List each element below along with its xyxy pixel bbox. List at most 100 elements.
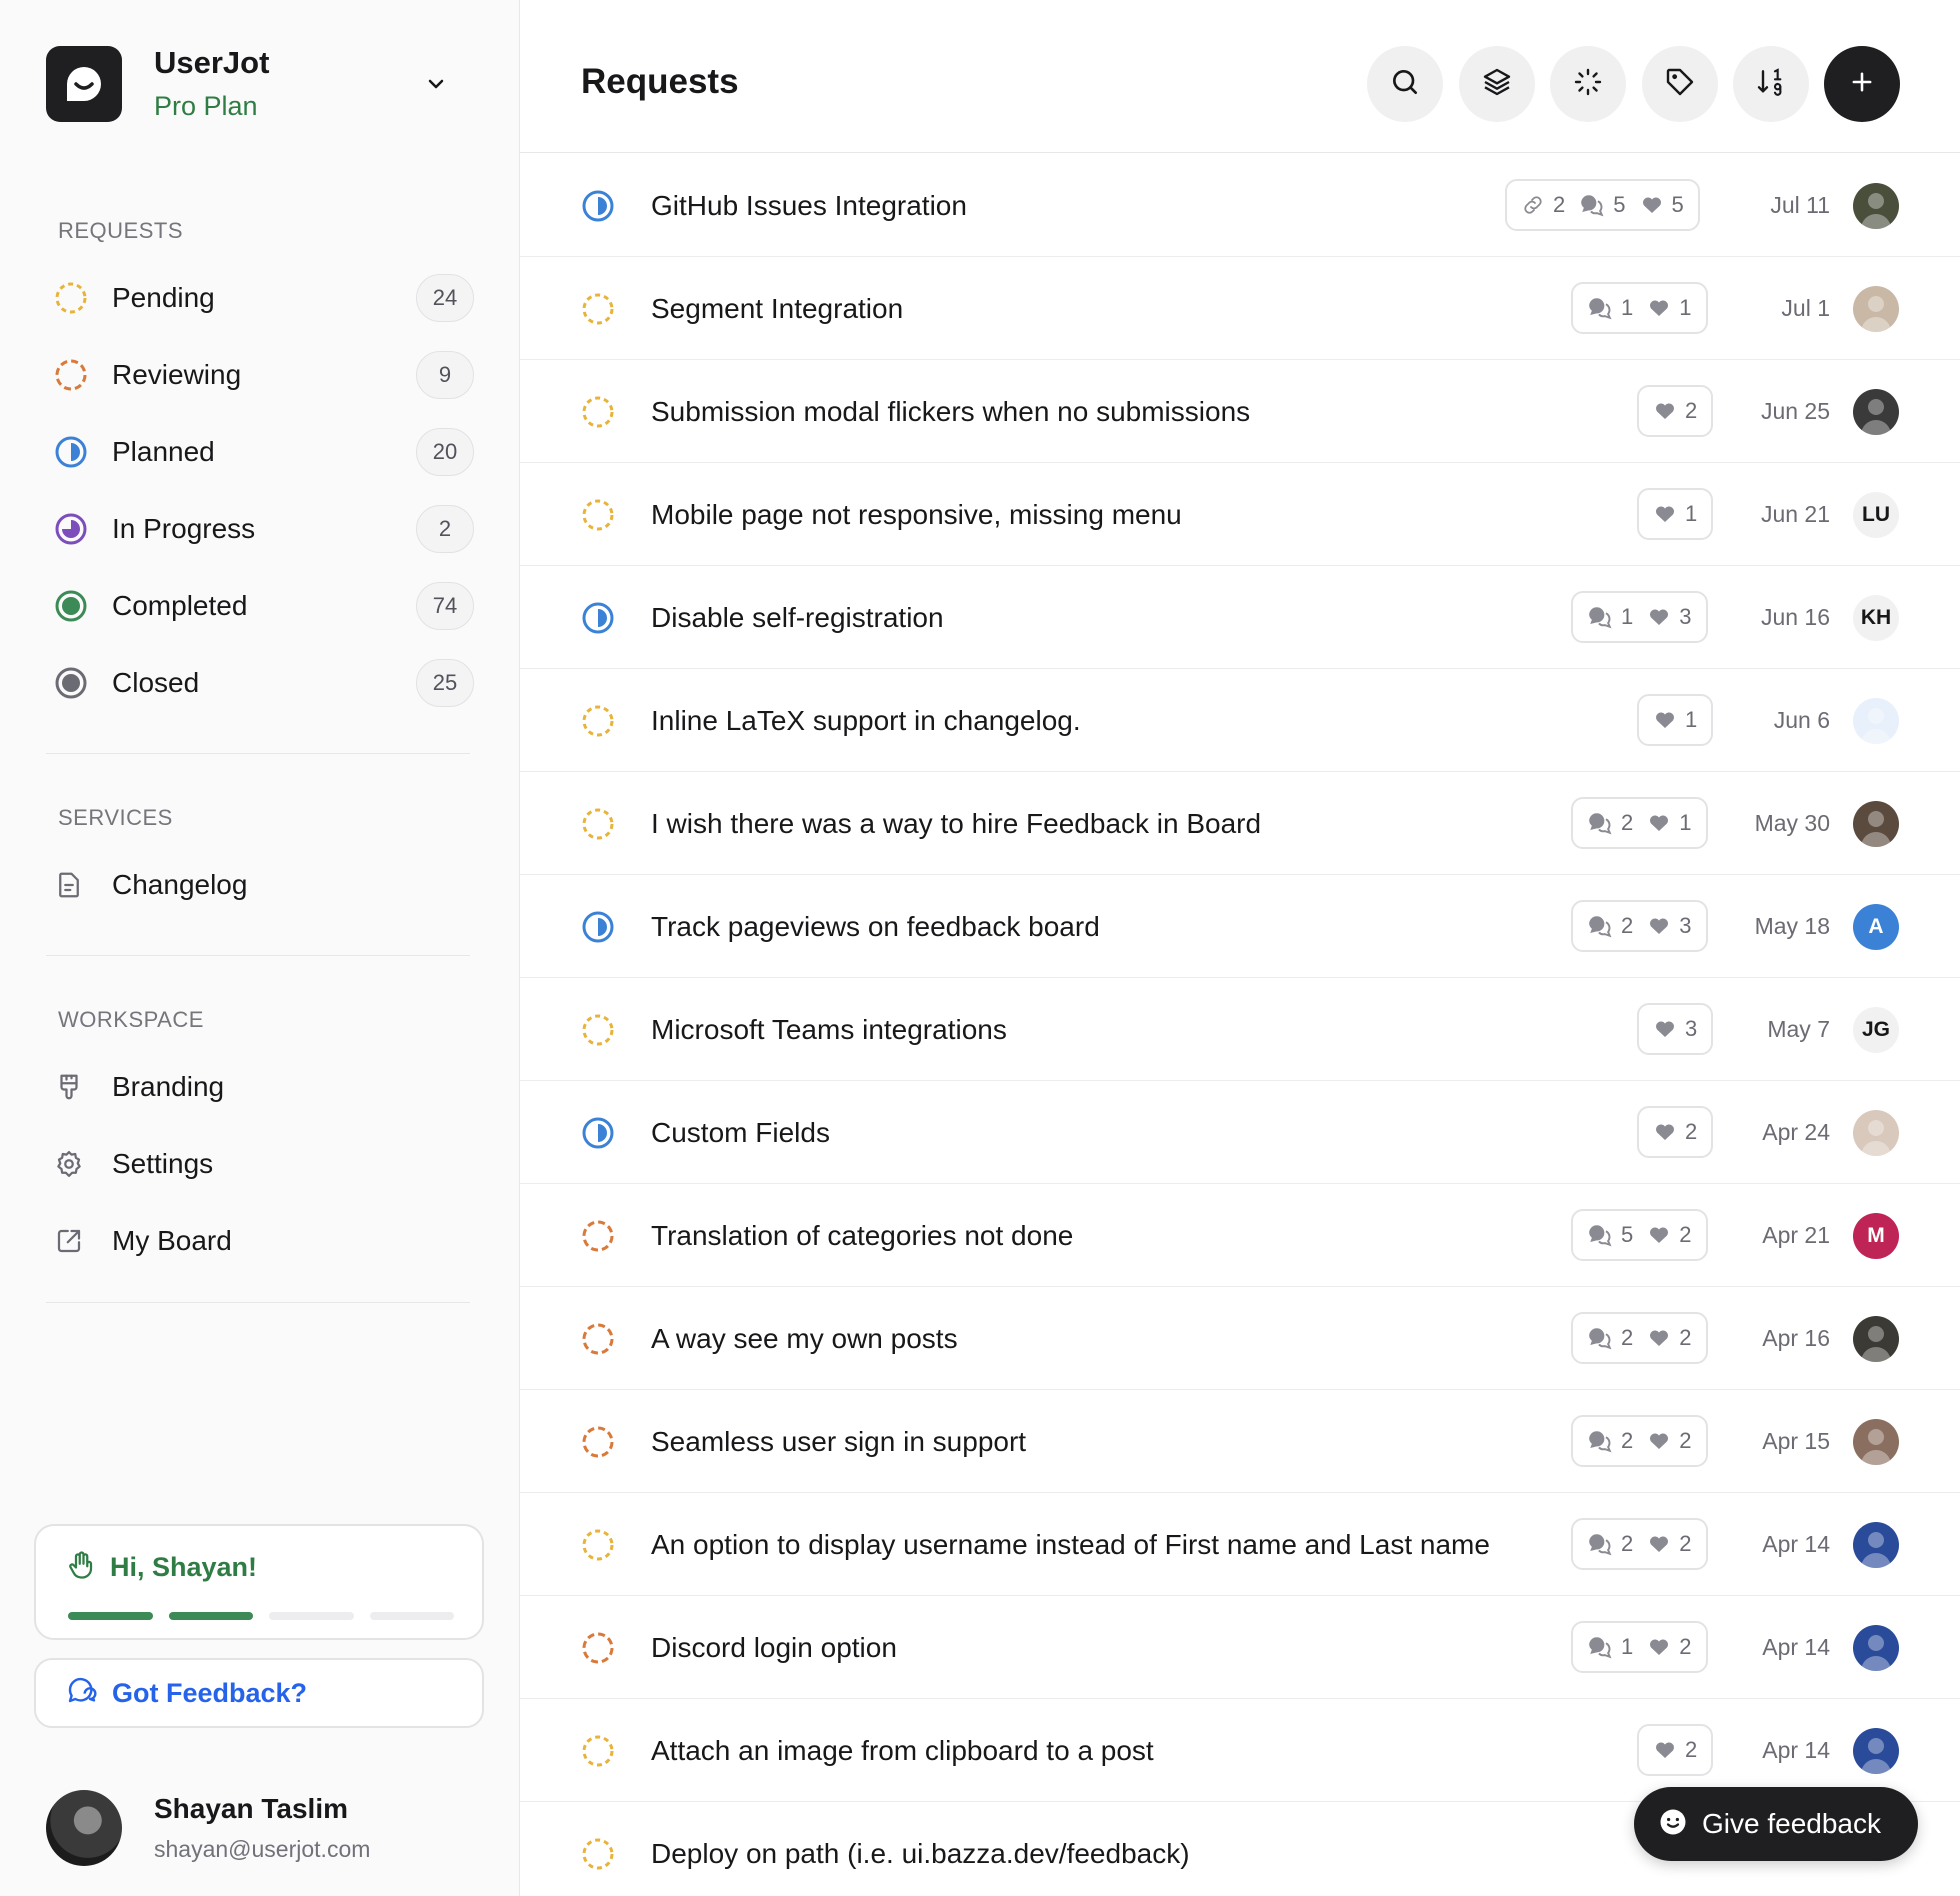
author-avatar[interactable] (1853, 183, 1899, 229)
status-filter-button[interactable] (1550, 46, 1626, 122)
pending-status-icon[interactable] (580, 703, 616, 739)
author-avatar-initials[interactable]: M (1853, 1213, 1899, 1259)
author-avatar[interactable] (1853, 801, 1899, 847)
request-row[interactable]: Microsoft Teams integrations 3 May 7 JG (520, 978, 1960, 1081)
author-avatar[interactable] (1853, 389, 1899, 435)
pending-status-icon[interactable] (580, 1012, 616, 1048)
pending-status-icon[interactable] (580, 291, 616, 327)
request-title[interactable]: An option to display username instead of… (651, 1493, 1490, 1596)
request-title[interactable]: Track pageviews on feedback board (651, 875, 1100, 978)
request-row[interactable]: A way see my own posts 2 2 Apr 16 (520, 1287, 1960, 1390)
nav-item-closed[interactable]: Closed 25 (46, 654, 474, 712)
author-avatar[interactable] (1853, 1625, 1899, 1671)
author-avatar[interactable] (1853, 1522, 1899, 1568)
planned-status-icon[interactable] (580, 600, 616, 636)
request-row[interactable]: Custom Fields 2 Apr 24 (520, 1081, 1960, 1184)
nav-label: Closed (112, 667, 200, 698)
workspace-switcher[interactable]: UserJot Pro Plan (46, 45, 474, 122)
request-row[interactable]: Disable self-registration 1 3 Jun 16 KH (520, 566, 1960, 669)
onboarding-card[interactable]: Hi, Shayan! (34, 1524, 484, 1640)
add-request-button[interactable] (1824, 46, 1900, 122)
request-title[interactable]: GitHub Issues Integration (651, 154, 967, 257)
author-avatar-initials[interactable]: A (1853, 904, 1899, 950)
nav-item-settings[interactable]: Settings (46, 1135, 474, 1193)
nav-item-planned[interactable]: Planned 20 (46, 423, 474, 481)
heart-icon (1653, 1738, 1677, 1762)
planned-status-icon[interactable] (580, 188, 616, 224)
user-profile[interactable]: Shayan Taslim shayan@userjot.com (46, 1790, 486, 1866)
pending-status-icon[interactable] (580, 806, 616, 842)
request-title[interactable]: Inline LaTeX support in changelog. (651, 669, 1081, 772)
author-avatar-initials[interactable]: LU (1853, 492, 1899, 538)
give-feedback-button[interactable]: Give feedback (1634, 1787, 1918, 1861)
request-row[interactable]: An option to display username instead of… (520, 1493, 1960, 1596)
author-avatar[interactable] (1853, 1316, 1899, 1362)
author-avatar-initials[interactable]: JG (1853, 1007, 1899, 1053)
author-avatar[interactable] (1853, 1728, 1899, 1774)
layers-button[interactable] (1459, 46, 1535, 122)
request-title[interactable]: A way see my own posts (651, 1287, 958, 1390)
author-avatar-initials[interactable]: KH (1853, 595, 1899, 641)
reviewing-status-icon[interactable] (580, 1630, 616, 1666)
nav-item-my-board[interactable]: My Board (46, 1212, 474, 1270)
request-title[interactable]: Discord login option (651, 1596, 897, 1699)
pending-status-icon[interactable] (580, 394, 616, 430)
tags-button[interactable] (1642, 46, 1718, 122)
pending-status-icon[interactable] (580, 1733, 616, 1769)
request-title[interactable]: Segment Integration (651, 257, 903, 360)
nav-label: My Board (112, 1225, 232, 1256)
request-row[interactable]: GitHub Issues Integration 2 5 5 Jul 11 (520, 154, 1960, 257)
heart-icon (1647, 605, 1671, 629)
request-row[interactable]: Translation of categories not done 5 2 Apr … (520, 1184, 1960, 1287)
request-row[interactable]: Submission modal flickers when no submis… (520, 360, 1960, 463)
heart-count-value: 1 (1685, 707, 1698, 732)
request-title[interactable]: Microsoft Teams integrations (651, 978, 1007, 1081)
author-avatar[interactable] (1853, 1419, 1899, 1465)
request-title[interactable]: Translation of categories not done (651, 1184, 1073, 1287)
nav-count: 25 (416, 659, 474, 707)
sort-button[interactable] (1733, 46, 1809, 122)
heart-count-value: 2 (1685, 398, 1698, 423)
request-title[interactable]: Disable self-registration (651, 566, 944, 669)
author-avatar[interactable] (1853, 286, 1899, 332)
request-title[interactable]: Seamless user sign in support (651, 1390, 1026, 1493)
heart-icon (1647, 1223, 1671, 1247)
reviewing-status-icon[interactable] (580, 1424, 616, 1460)
pending-status-icon[interactable] (580, 1836, 616, 1872)
request-row[interactable]: Segment Integration 1 1 Jul 1 (520, 257, 1960, 360)
reviewing-status-icon[interactable] (580, 1321, 616, 1357)
request-row[interactable]: Inline LaTeX support in changelog. 1 Jun 6 (520, 669, 1960, 772)
request-row[interactable]: Seamless user sign in support 2 2 Apr 15 (520, 1390, 1960, 1493)
request-title[interactable]: Mobile page not responsive, missing menu (651, 463, 1182, 566)
nav-item-branding[interactable]: Branding (46, 1058, 474, 1116)
request-stats-badge: 3 (1637, 1003, 1714, 1055)
request-row[interactable]: Discord login option 1 2 Apr 14 (520, 1596, 1960, 1699)
pending-status-icon[interactable] (580, 1527, 616, 1563)
pending-status-icon[interactable] (580, 497, 616, 533)
request-row[interactable]: Track pageviews on feedback board 2 3 May 1… (520, 875, 1960, 978)
chevron-down-icon[interactable] (416, 64, 456, 104)
request-title[interactable]: Deploy on path (i.e. ui.bazza.dev/feedba… (651, 1802, 1190, 1896)
nav-item-completed[interactable]: Completed 74 (46, 577, 474, 635)
progress-step-todo (369, 1612, 454, 1620)
author-avatar[interactable] (1853, 1110, 1899, 1156)
request-title[interactable]: I wish there was a way to hire Feedback … (651, 772, 1261, 875)
request-title[interactable]: Submission modal flickers when no submis… (651, 360, 1250, 463)
author-avatar[interactable] (1853, 698, 1899, 744)
planned-status-icon[interactable] (580, 909, 616, 945)
section-title-services: SERVICES (58, 805, 173, 830)
paintbrush-icon (46, 1058, 98, 1116)
nav-item-reviewing[interactable]: Reviewing 9 (46, 346, 474, 404)
search-icon (1389, 66, 1421, 103)
request-row[interactable]: Mobile page not responsive, missing menu… (520, 463, 1960, 566)
request-title[interactable]: Attach an image from clipboard to a post (651, 1699, 1154, 1802)
reviewing-status-icon[interactable] (580, 1218, 616, 1254)
request-row[interactable]: I wish there was a way to hire Feedback … (520, 772, 1960, 875)
planned-status-icon[interactable] (580, 1115, 616, 1151)
nav-item-pending[interactable]: Pending 24 (46, 269, 474, 327)
nav-item-in-progress[interactable]: In Progress 2 (46, 500, 474, 558)
got-feedback-button[interactable]: Got Feedback? (34, 1658, 484, 1728)
search-button[interactable] (1367, 46, 1443, 122)
nav-item-changelog[interactable]: Changelog (46, 856, 474, 914)
request-title[interactable]: Custom Fields (651, 1081, 830, 1184)
